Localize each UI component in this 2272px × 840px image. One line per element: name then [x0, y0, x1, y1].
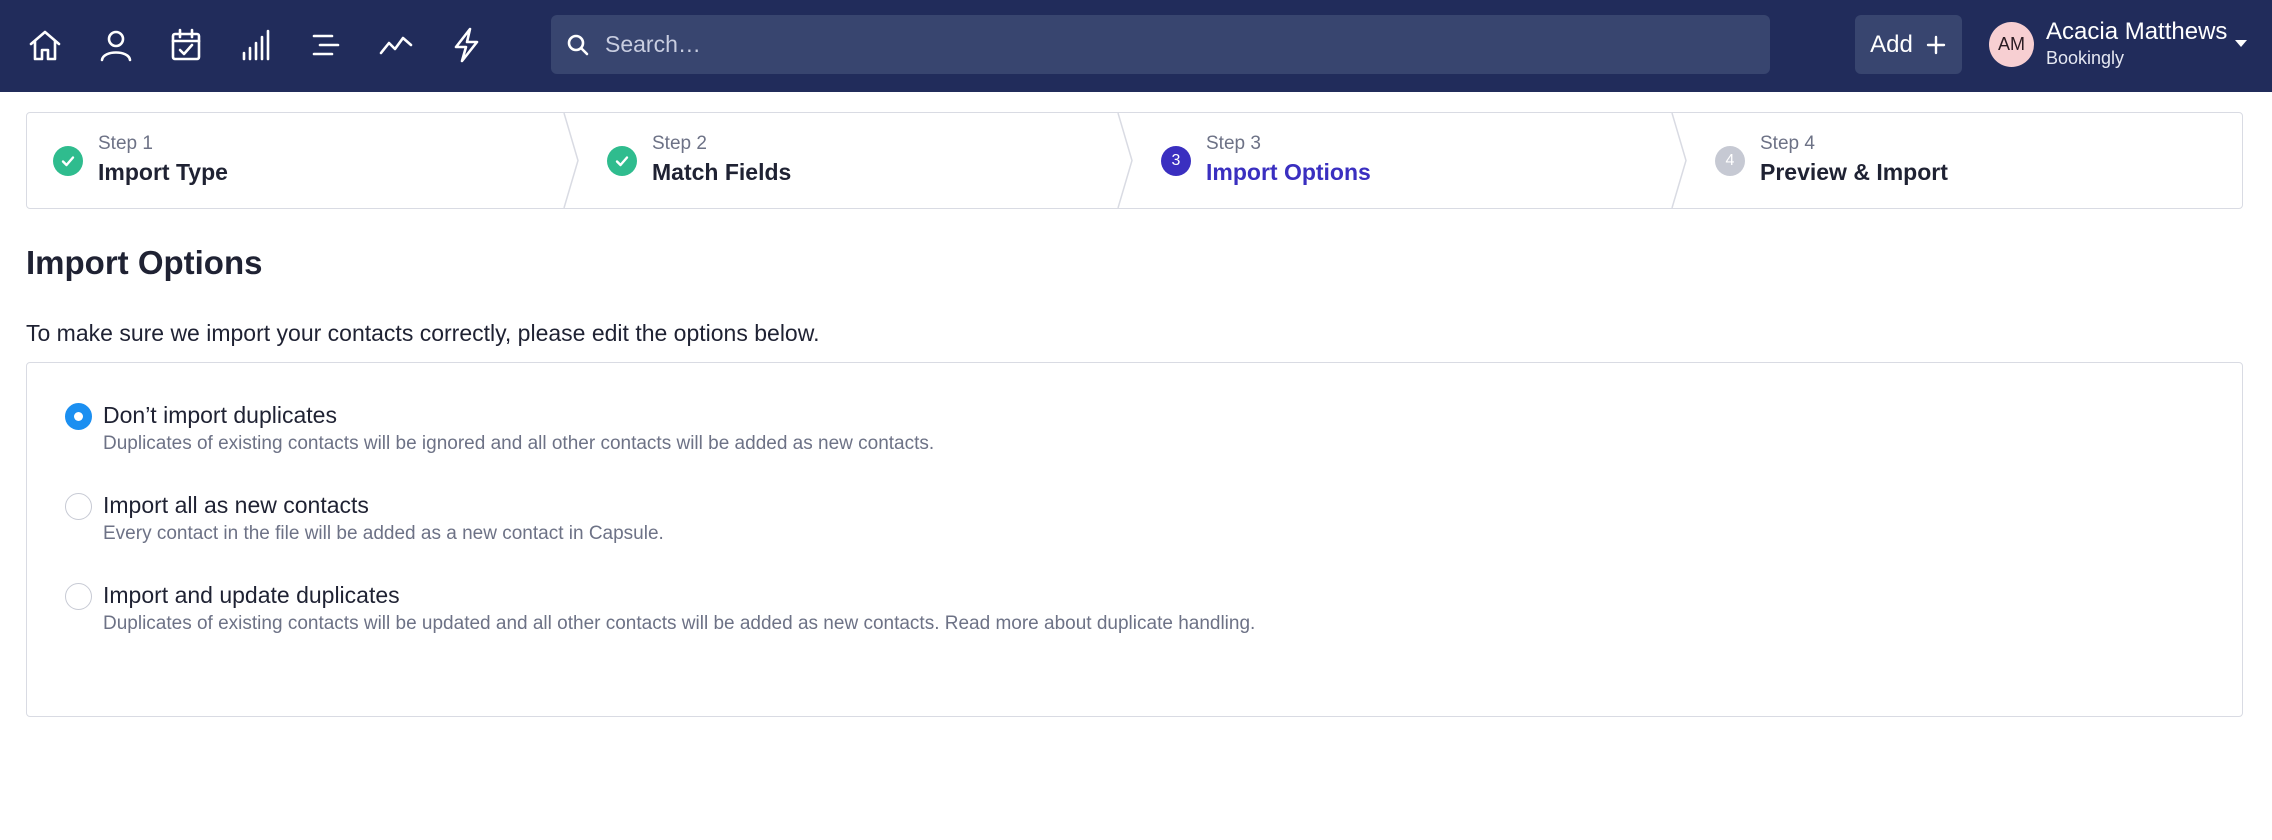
- step-title: Preview & Import: [1760, 159, 1948, 185]
- intro-text: To make sure we import your contacts cor…: [26, 320, 820, 346]
- import-stepper: Step 1 Import Type Step 2 Match Fields 3…: [26, 112, 2243, 209]
- plus-icon: [1925, 34, 1947, 56]
- option-description: Every contact in the file will be added …: [103, 523, 664, 544]
- home-icon[interactable]: [25, 25, 65, 65]
- option-import-all-as-new[interactable]: Import all as new contacts Every contact…: [65, 492, 1565, 563]
- step-preview-import[interactable]: 4 Step 4 Preview & Import: [1689, 113, 2229, 208]
- step-divider-chevron-icon: [1117, 113, 1137, 208]
- search-icon: [565, 32, 591, 58]
- option-dont-import-duplicates[interactable]: Don’t import duplicates Duplicates of ex…: [65, 402, 1565, 473]
- option-description: Duplicates of existing contacts will be …: [103, 613, 1256, 634]
- step-kicker: Step 3: [1206, 133, 1261, 154]
- step-title: Import Options: [1206, 159, 1371, 185]
- step-complete-check-icon: [53, 146, 83, 176]
- radio-button-selected[interactable]: [65, 403, 92, 430]
- step-complete-check-icon: [607, 146, 637, 176]
- step-kicker: Step 4: [1760, 133, 1815, 154]
- calendar-check-icon[interactable]: [166, 25, 206, 65]
- top-navigation-bar: Add AM Acacia Matthews Bookingly: [0, 0, 2272, 92]
- step-import-type[interactable]: Step 1 Import Type: [27, 113, 567, 208]
- option-import-and-update-duplicates[interactable]: Import and update duplicates Duplicates …: [65, 582, 1565, 653]
- bar-chart-icon[interactable]: [236, 25, 276, 65]
- user-organization: Bookingly: [2046, 48, 2125, 68]
- option-label: Import and update duplicates: [103, 582, 400, 608]
- lightning-icon[interactable]: [446, 25, 486, 65]
- user-name[interactable]: Acacia Matthews: [2046, 18, 2227, 46]
- step-number-badge: 3: [1161, 146, 1191, 176]
- list-icon[interactable]: [306, 25, 346, 65]
- person-icon[interactable]: [96, 25, 136, 65]
- step-number-badge: 4: [1715, 146, 1745, 176]
- option-description: Duplicates of existing contacts will be …: [103, 433, 935, 454]
- option-label: Import all as new contacts: [103, 492, 369, 518]
- page-title: Import Options: [26, 244, 263, 281]
- add-button[interactable]: Add: [1855, 15, 1962, 74]
- radio-button[interactable]: [65, 493, 92, 520]
- step-kicker: Step 2: [652, 133, 707, 154]
- chevron-down-icon[interactable]: [2232, 34, 2250, 52]
- step-divider-chevron-icon: [563, 113, 583, 208]
- import-options-card: Don’t import duplicates Duplicates of ex…: [26, 362, 2243, 717]
- activity-icon[interactable]: [376, 25, 416, 65]
- step-match-fields[interactable]: Step 2 Match Fields: [581, 113, 1121, 208]
- option-label: Don’t import duplicates: [103, 402, 337, 428]
- search-box[interactable]: [551, 15, 1770, 74]
- search-input[interactable]: [605, 15, 1755, 74]
- step-import-options[interactable]: 3 Step 3 Import Options: [1135, 113, 1675, 208]
- step-title: Import Type: [98, 159, 228, 185]
- add-button-label: Add: [1870, 30, 1913, 58]
- step-divider-chevron-icon: [1671, 113, 1691, 208]
- radio-button[interactable]: [65, 583, 92, 610]
- avatar[interactable]: AM: [1989, 22, 2034, 67]
- step-title: Match Fields: [652, 159, 792, 185]
- step-kicker: Step 1: [98, 133, 153, 154]
